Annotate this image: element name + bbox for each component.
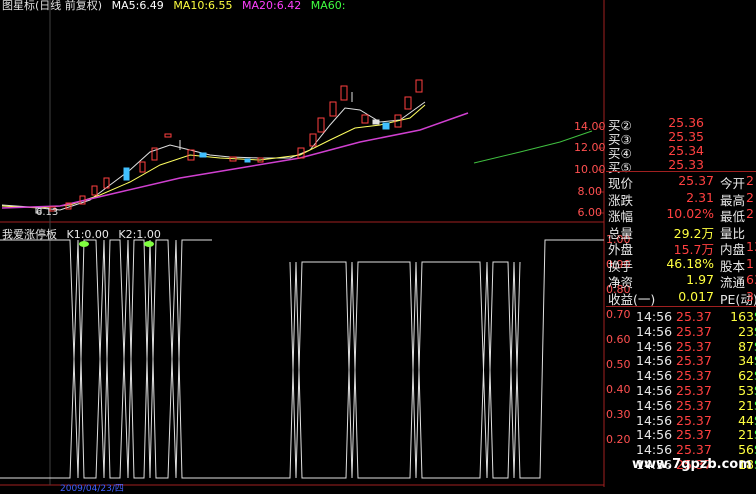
- first-price-label: 6.13: [36, 207, 59, 218]
- quote-row: 换手 46.18% 股本 1: [608, 255, 754, 274]
- tick-row: 14:5625.3756S: [636, 442, 756, 458]
- tick-row: 14:5625.3762S: [636, 368, 756, 384]
- quote-row: 净资1.97流通63: [608, 272, 756, 290]
- tick-row: 14:5625.37163S: [636, 309, 756, 324]
- ma60-label: MA60:: [310, 0, 346, 12]
- quote-row: 涨跌 2.31 最高 2: [608, 189, 754, 208]
- price-tick: 12.00: [574, 141, 606, 154]
- indicator-k1: K1:0.00: [66, 228, 109, 241]
- watermark: www.7gpzb.com: [632, 457, 752, 472]
- tick-row: 14:5625.3721S: [636, 427, 756, 443]
- indicator-name: 我爱涨停板: [2, 228, 57, 241]
- candlesticks: [35, 79, 423, 214]
- price-tick: 14.00: [574, 120, 606, 133]
- price-tick: 10.00: [574, 163, 606, 176]
- ma20-label: MA20:6.42: [242, 0, 302, 12]
- tick-row: 14:5625.3721S: [636, 397, 756, 413]
- indicator-header: 我爱涨停板 K1:0.00 K2:1.00: [2, 226, 167, 242]
- tick-row: 14:5625.3753S: [636, 383, 756, 398]
- ma10-label: MA10:6.55: [173, 0, 233, 12]
- price-tick: 6.00: [577, 206, 603, 219]
- tick-row: 14:5625.3734S: [636, 353, 756, 369]
- ma5-label: MA5:6.49: [111, 0, 164, 12]
- orderbook-row: 买③ 25.35: [608, 129, 704, 147]
- date-label: 2009/04/23/四: [60, 484, 124, 494]
- quote-row: 涨幅 10.02% 最低 2: [608, 206, 754, 224]
- quote-row: 总量 29.2万 量比: [608, 225, 746, 241]
- orderbook-row: 买④ 25.34: [608, 143, 704, 161]
- indicator-line: [0, 239, 212, 479]
- quote-row: 收益(一) 0.017 PE(动) 3: [608, 288, 756, 307]
- tick-row: 14:5625.3787S: [636, 338, 756, 354]
- tick-row: 14:5625.3723S: [636, 323, 756, 339]
- quote-panel: 买② 25.36 买③ 25.35 买④ 25.34 买⑤ 25.33 现价 25…: [606, 0, 756, 487]
- chart-title: 图星标(日线 前复权): [2, 0, 103, 12]
- tick-row: 14:5625.3744S: [636, 412, 756, 428]
- quote-row: 外盘15.7万内盘13: [608, 239, 756, 257]
- orderbook-row: 买⑤ 25.33: [608, 157, 704, 175]
- indicator-k2: K2:1.00: [118, 228, 161, 241]
- chart-header: 图星标(日线 前复权) MA5:6.49 MA10:6.55 MA20:6.42…: [2, 0, 351, 13]
- orderbook-row: 买② 25.36: [608, 115, 704, 133]
- quote-row: 现价 25.37 今开 2: [608, 173, 754, 191]
- price-tick: 8.00: [577, 185, 603, 198]
